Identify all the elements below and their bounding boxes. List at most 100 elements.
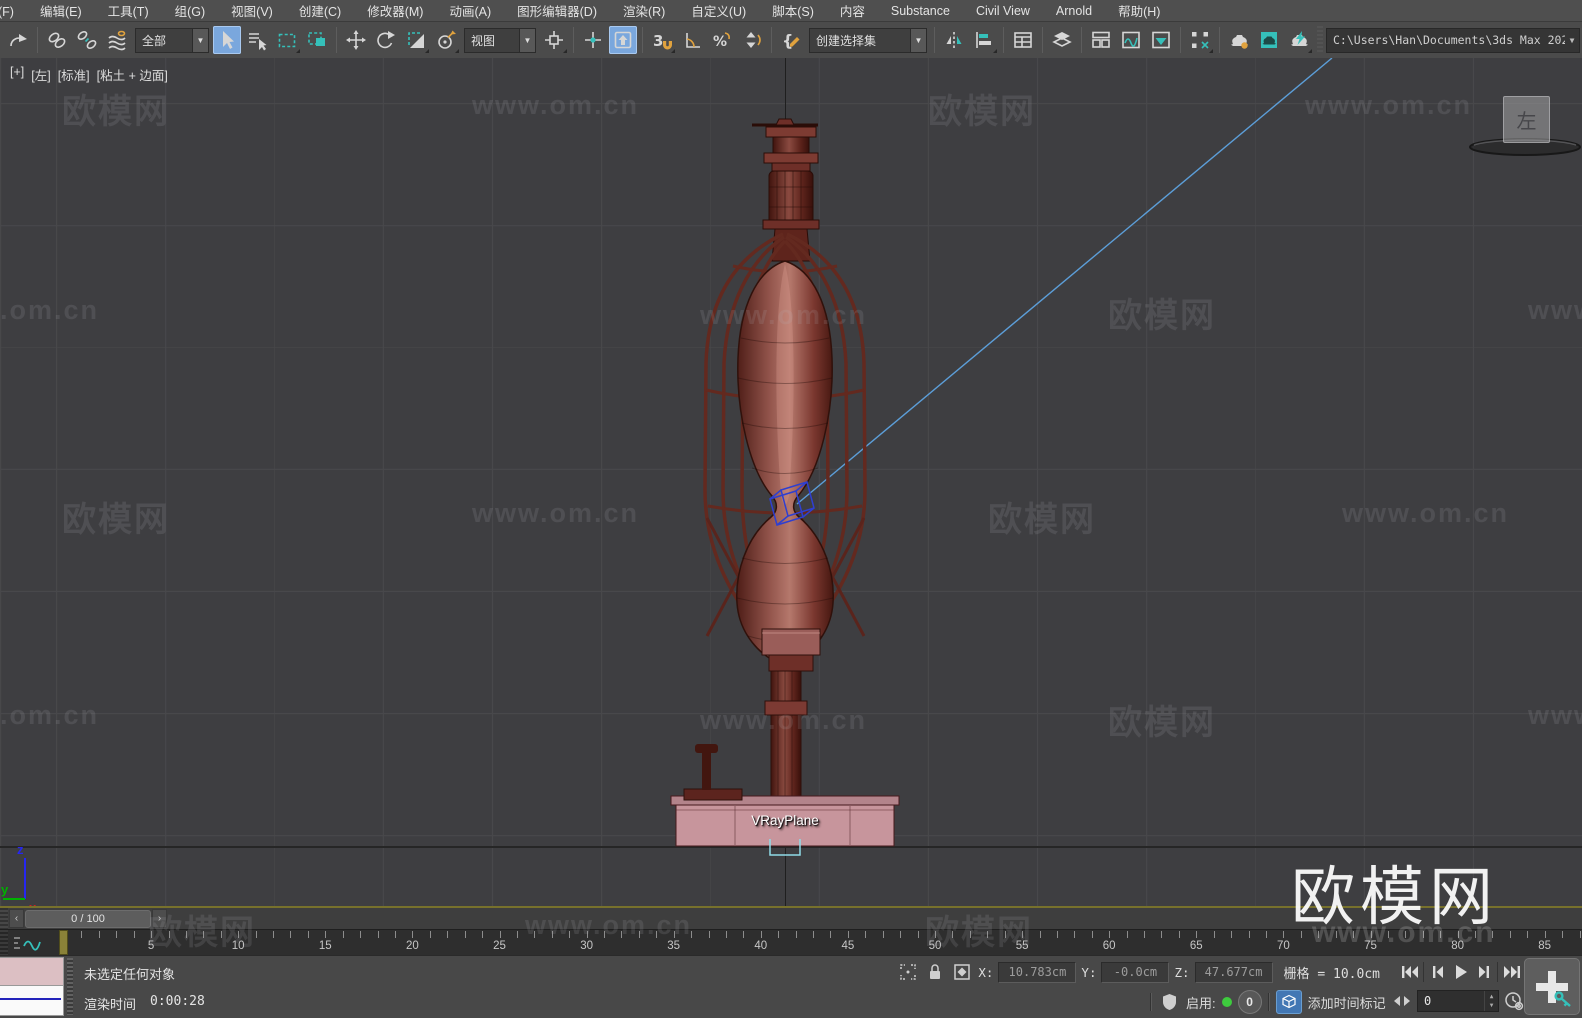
- menu-item-15[interactable]: Civil View: [963, 1, 1043, 21]
- dope-sheet-icon[interactable]: [1147, 26, 1175, 54]
- x-coord-field[interactable]: 10.783cm: [998, 962, 1076, 983]
- menu-item-6[interactable]: 创建(C): [286, 0, 354, 22]
- menu-item-16[interactable]: Arnold: [1043, 1, 1105, 21]
- track-bar-grip[interactable]: [0, 930, 8, 956]
- menu-item-13[interactable]: 内容: [827, 0, 878, 22]
- select-and-manipulate-icon[interactable]: [579, 26, 607, 54]
- time-slider-handle[interactable]: 0 / 100: [25, 910, 151, 928]
- spinner-snap-icon[interactable]: [738, 26, 766, 54]
- chevron-down-icon[interactable]: ▼: [1565, 29, 1579, 52]
- listener-pane[interactable]: [0, 986, 64, 1016]
- absolute-mode-icon[interactable]: [951, 961, 973, 983]
- next-frame-arrow-button[interactable]: ›: [152, 909, 167, 928]
- time-slider-grip[interactable]: [0, 908, 8, 929]
- viewport-menu-shading[interactable]: [粘土 + 边面]: [97, 65, 168, 84]
- frame-tick: [970, 931, 971, 938]
- maxscript-mini-listener[interactable]: [0, 957, 64, 1016]
- project-folder-dropdown[interactable]: C:\Users\Han\Documents\3ds Max 2022▼: [1326, 28, 1580, 53]
- select-and-rotate-icon[interactable]: [372, 26, 400, 54]
- shield-icon[interactable]: [1158, 991, 1180, 1013]
- menu-item-10[interactable]: 渲染(R): [610, 0, 678, 22]
- key-mode-icon[interactable]: [1391, 990, 1413, 1012]
- macro-recorder-pane[interactable]: [0, 957, 64, 986]
- rendered-frame-window-icon[interactable]: [1255, 26, 1283, 54]
- link-icon[interactable]: [43, 26, 71, 54]
- select-and-move-icon[interactable]: [342, 26, 370, 54]
- current-frame-marker[interactable]: [59, 930, 68, 955]
- reference-coordinate-dropdown[interactable]: 视图▼: [464, 28, 536, 53]
- render-production-icon[interactable]: [1285, 26, 1313, 54]
- viewport-menu-render-preset[interactable]: [标准]: [58, 65, 90, 84]
- window-crossing-icon[interactable]: [303, 26, 331, 54]
- menu-item-11[interactable]: 自定义(U): [678, 0, 759, 22]
- menu-item-5[interactable]: 视图(V): [218, 0, 286, 22]
- named-selection-sets-dropdown[interactable]: 创建选择集▼: [809, 28, 927, 53]
- viewport-menu-pov[interactable]: [左]: [31, 65, 50, 84]
- unlink-icon[interactable]: [73, 26, 101, 54]
- frame-spinner[interactable]: ▲▼: [1484, 991, 1498, 1011]
- angle-snap-icon[interactable]: [678, 26, 706, 54]
- next-frame-button[interactable]: [1472, 960, 1495, 984]
- previous-frame-button[interactable]: [1426, 960, 1449, 984]
- previous-frame-arrow-button[interactable]: ‹: [9, 909, 24, 928]
- set-key-plus-icon[interactable]: [1524, 958, 1580, 1015]
- align-icon[interactable]: [970, 26, 998, 54]
- chevron-down-icon[interactable]: ▼: [910, 29, 926, 52]
- go-to-start-button[interactable]: [1398, 960, 1421, 984]
- edit-named-selection-sets-icon[interactable]: {: [777, 26, 805, 54]
- zero-badge-button[interactable]: 0: [1238, 990, 1262, 1014]
- select-and-place-icon[interactable]: [432, 26, 460, 54]
- selection-lock-icon[interactable]: [924, 961, 946, 983]
- select-by-name-icon[interactable]: [243, 26, 271, 54]
- viewport-left[interactable]: [+] [左] [标准] [粘土 + 边面]: [0, 58, 1582, 906]
- menu-item-1[interactable]: 文件(F): [0, 0, 27, 22]
- select-and-scale-icon[interactable]: [402, 26, 430, 54]
- mini-curve-editor-button[interactable]: [12, 932, 52, 953]
- viewport-menu-general[interactable]: [+]: [10, 65, 24, 84]
- menu-item-2[interactable]: 编辑(E): [27, 0, 95, 22]
- frame-tick-label: 60: [1103, 940, 1116, 952]
- redo-icon[interactable]: [4, 26, 32, 54]
- mirror-icon[interactable]: [940, 26, 968, 54]
- z-coord-field[interactable]: 47.677cm: [1195, 962, 1273, 983]
- menu-item-3[interactable]: 工具(T): [95, 0, 162, 22]
- menu-item-17[interactable]: 帮助(H): [1105, 0, 1173, 22]
- snap-toggle-3d-icon[interactable]: 3: [648, 26, 676, 54]
- selection-filter-dropdown[interactable]: 全部▼: [135, 28, 209, 53]
- go-to-end-button[interactable]: [1500, 960, 1523, 984]
- viewcube[interactable]: 左: [1503, 96, 1550, 143]
- time-tag-cube-icon[interactable]: [1276, 990, 1302, 1014]
- rect-selection-region-icon[interactable]: [273, 26, 301, 54]
- animation-frame-controls: 0 ▲▼: [1391, 990, 1525, 1012]
- base-accessory: [684, 744, 742, 800]
- chevron-down-icon[interactable]: ▼: [192, 29, 208, 52]
- menu-item-4[interactable]: 组(G): [162, 0, 219, 22]
- keyboard-shortcut-override-icon[interactable]: [609, 26, 637, 54]
- bind-spacewarp-icon[interactable]: [103, 26, 131, 54]
- schematic-view-icon[interactable]: [1186, 26, 1214, 54]
- clock-gear-icon[interactable]: [1503, 990, 1525, 1012]
- play-button[interactable]: [1449, 960, 1472, 984]
- current-frame-field[interactable]: 0 ▲▼: [1417, 990, 1499, 1012]
- toggle-scene-explorer-icon[interactable]: [1048, 26, 1076, 54]
- menu-item-9[interactable]: 图形编辑器(D): [504, 0, 610, 22]
- render-setup-icon[interactable]: [1225, 26, 1253, 54]
- toggle-ribbon-icon[interactable]: [1087, 26, 1115, 54]
- menu-item-14[interactable]: Substance: [878, 1, 963, 21]
- curve-editor-icon[interactable]: [1117, 26, 1145, 54]
- listener-resize-grip[interactable]: [67, 958, 73, 1015]
- transform-gizmo-icon[interactable]: [897, 961, 919, 983]
- use-pivot-center-icon[interactable]: [540, 26, 568, 54]
- track-bar[interactable]: 0510152025303540455055606570758085: [0, 929, 1582, 956]
- y-coord-field[interactable]: -0.0cm: [1101, 962, 1169, 983]
- percent-snap-icon[interactable]: %: [708, 26, 736, 54]
- chevron-down-icon[interactable]: ▼: [519, 29, 535, 52]
- menu-item-7[interactable]: 修改器(M): [354, 0, 436, 22]
- menu-item-12[interactable]: 脚本(S): [759, 0, 827, 22]
- frame-tick: [1510, 931, 1511, 938]
- layer-explorer-icon[interactable]: [1009, 26, 1037, 54]
- menu-item-8[interactable]: 动画(A): [436, 0, 504, 22]
- toolbar-grip[interactable]: [1317, 26, 1323, 54]
- add-time-tag-label[interactable]: 添加时间标记: [1308, 993, 1386, 1012]
- select-object-icon[interactable]: [213, 26, 241, 54]
